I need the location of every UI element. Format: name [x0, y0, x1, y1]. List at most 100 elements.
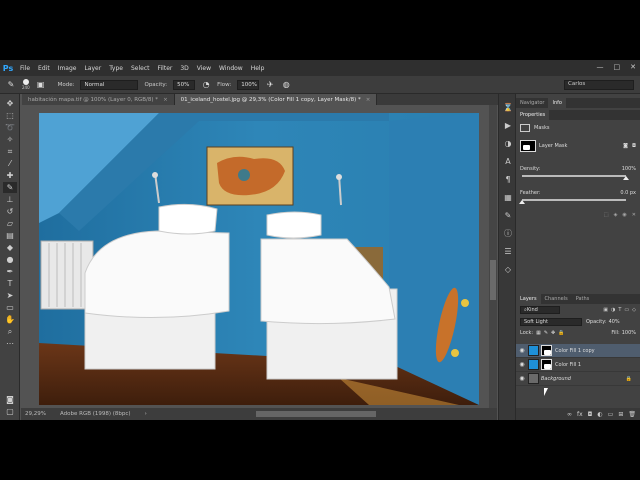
paragraph-panel-icon[interactable]: ¶ — [503, 174, 513, 184]
eye-icon[interactable]: ◉ — [516, 347, 528, 354]
eraser-tool-icon[interactable]: ▱ — [3, 218, 17, 229]
workspace-select[interactable]: Carlos — [564, 80, 634, 90]
healing-brush-tool-icon[interactable]: ✚ — [3, 170, 17, 181]
lasso-tool-icon[interactable]: ➰ — [3, 122, 17, 133]
status-arrow-icon[interactable]: › — [145, 411, 147, 417]
maximize-button[interactable]: □ — [614, 63, 621, 71]
eye-icon[interactable]: ◉ — [516, 361, 528, 368]
quick-mask-icon[interactable]: ◙ — [3, 394, 17, 405]
new-group-icon[interactable]: ▭ — [608, 411, 614, 418]
path-select-tool-icon[interactable]: ➤ — [3, 290, 17, 301]
type-tool-icon[interactable]: T — [3, 278, 17, 289]
filter-shape-icon[interactable]: ▭ — [624, 307, 629, 313]
layer-opacity-value[interactable]: 40% — [609, 319, 620, 325]
crop-tool-icon[interactable]: ⌗ — [3, 146, 17, 157]
link-layers-icon[interactable]: ∞ — [567, 411, 572, 418]
delete-mask-icon[interactable]: ✕ — [632, 212, 636, 218]
tab-channels[interactable]: Channels — [541, 294, 572, 304]
menu-select[interactable]: Select — [127, 65, 154, 72]
tab-properties[interactable]: Properties — [516, 110, 550, 120]
vertical-scrollbar[interactable] — [489, 105, 497, 408]
airbrush-icon[interactable]: ✈ — [265, 80, 275, 90]
tab-iceland-hostel[interactable]: 01_iceland_hostel.jpg @ 29,3% (Color Fil… — [174, 94, 378, 105]
close-window-button[interactable]: ✕ — [630, 63, 636, 71]
pixel-mask-icon[interactable]: ◙ — [623, 143, 628, 149]
layer-row-color-fill-1[interactable]: ◉ Color Fill 1 — [516, 358, 640, 372]
load-selection-icon[interactable]: ⬚ — [604, 212, 609, 218]
brush-preset-picker[interactable]: 240 — [22, 79, 30, 90]
menu-file[interactable]: File — [16, 65, 34, 72]
tab-paths[interactable]: Paths — [572, 294, 594, 304]
lock-all-icon[interactable]: 🔒 — [558, 330, 564, 336]
density-value[interactable]: 100% — [622, 166, 636, 172]
add-mask-icon[interactable]: ◘ — [588, 411, 593, 418]
density-slider-knob[interactable] — [623, 176, 629, 180]
swatches-panel-icon[interactable]: ▦ — [503, 192, 513, 202]
canvas-area[interactable] — [21, 105, 497, 408]
close-tab-icon[interactable]: × — [163, 97, 168, 103]
dodge-tool-icon[interactable]: ● — [3, 254, 17, 265]
menu-layer[interactable]: Layer — [80, 65, 105, 72]
screen-mode-icon[interactable]: ▢ — [3, 406, 17, 417]
filter-pixel-icon[interactable]: ▣ — [603, 307, 608, 313]
tab-info[interactable]: Info — [548, 98, 566, 108]
toggle-mask-icon[interactable]: ◉ — [622, 212, 626, 218]
zoom-tool-icon[interactable]: ⌕ — [3, 326, 17, 337]
lock-image-icon[interactable]: ✎ — [544, 330, 548, 336]
brush-panel-icon[interactable]: ✎ — [503, 210, 513, 220]
vector-mask-icon[interactable]: ◘ — [632, 143, 636, 149]
horizontal-scroll-thumb[interactable] — [256, 411, 376, 417]
filter-smart-icon[interactable]: ◇ — [632, 307, 636, 313]
layer-style-icon[interactable]: fx — [577, 411, 583, 418]
lock-position-icon[interactable]: ✥ — [551, 330, 555, 336]
layer-row-background[interactable]: ◉ Background 🔒 — [516, 372, 640, 386]
layer-row-color-fill-1-copy[interactable]: ◉ Color Fill 1 copy — [516, 344, 640, 358]
blend-mode-select[interactable]: Soft Light — [520, 318, 582, 326]
hand-tool-icon[interactable]: ✋ — [3, 314, 17, 325]
history-brush-tool-icon[interactable]: ↺ — [3, 206, 17, 217]
character-panel-icon[interactable]: A — [503, 156, 513, 166]
menu-filter[interactable]: Filter — [154, 65, 177, 72]
shape-tool-icon[interactable]: ▭ — [3, 302, 17, 313]
tab-navigator[interactable]: Navigator — [516, 98, 548, 108]
tab-layers[interactable]: Layers — [516, 294, 541, 304]
pen-tool-icon[interactable]: ✒ — [3, 266, 17, 277]
move-tool-icon[interactable]: ✥ — [3, 98, 17, 109]
menu-view[interactable]: View — [193, 65, 215, 72]
brush-tool-icon[interactable]: ✎ — [6, 80, 16, 90]
eye-icon[interactable]: ◉ — [516, 375, 528, 382]
feather-slider[interactable] — [522, 199, 626, 201]
menu-type[interactable]: Type — [105, 65, 127, 72]
info-panel-icon[interactable]: ⓘ — [503, 228, 513, 238]
mode-select[interactable]: Normal — [80, 79, 139, 90]
delete-layer-icon[interactable]: 🗑 — [628, 411, 636, 418]
lock-transparent-icon[interactable]: ▦ — [536, 330, 541, 336]
quick-select-tool-icon[interactable]: ✧ — [3, 134, 17, 145]
3d-panel-icon[interactable]: ◇ — [503, 264, 513, 274]
history-panel-icon[interactable]: ⌛ — [503, 102, 513, 112]
zoom-level[interactable]: 29,29% — [25, 411, 46, 417]
flow-field[interactable]: 100% — [237, 79, 260, 90]
opacity-field[interactable]: 50% — [173, 79, 196, 90]
new-layer-icon[interactable]: ⊞ — [618, 411, 623, 418]
menu-help[interactable]: Help — [247, 65, 269, 72]
layer-mask-thumbnail[interactable] — [541, 345, 552, 356]
brush-tool-icon[interactable]: ✎ — [3, 182, 17, 193]
filter-type-icon[interactable]: T — [618, 307, 621, 313]
eyedropper-tool-icon[interactable]: ⁄ — [3, 158, 17, 169]
layer-mask-thumbnail[interactable] — [520, 140, 536, 152]
feather-slider-knob[interactable] — [519, 200, 525, 204]
libraries-panel-icon[interactable]: ☰ — [503, 246, 513, 256]
feather-value[interactable]: 0.0 px — [620, 190, 636, 196]
document-image[interactable] — [39, 113, 479, 405]
marquee-tool-icon[interactable]: ⬚ — [3, 110, 17, 121]
close-tab-icon[interactable]: × — [366, 97, 371, 103]
pressure-opacity-icon[interactable]: ◔ — [201, 80, 211, 90]
apply-mask-icon[interactable]: ◈ — [614, 212, 618, 218]
menu-3d[interactable]: 3D — [176, 65, 192, 72]
menu-window[interactable]: Window — [215, 65, 247, 72]
filter-adjustment-icon[interactable]: ◑ — [611, 307, 615, 313]
clone-stamp-tool-icon[interactable]: ⊥ — [3, 194, 17, 205]
kind-filter-select[interactable]: ⌕ Kind — [520, 306, 560, 314]
actions-panel-icon[interactable]: ▶ — [503, 120, 513, 130]
